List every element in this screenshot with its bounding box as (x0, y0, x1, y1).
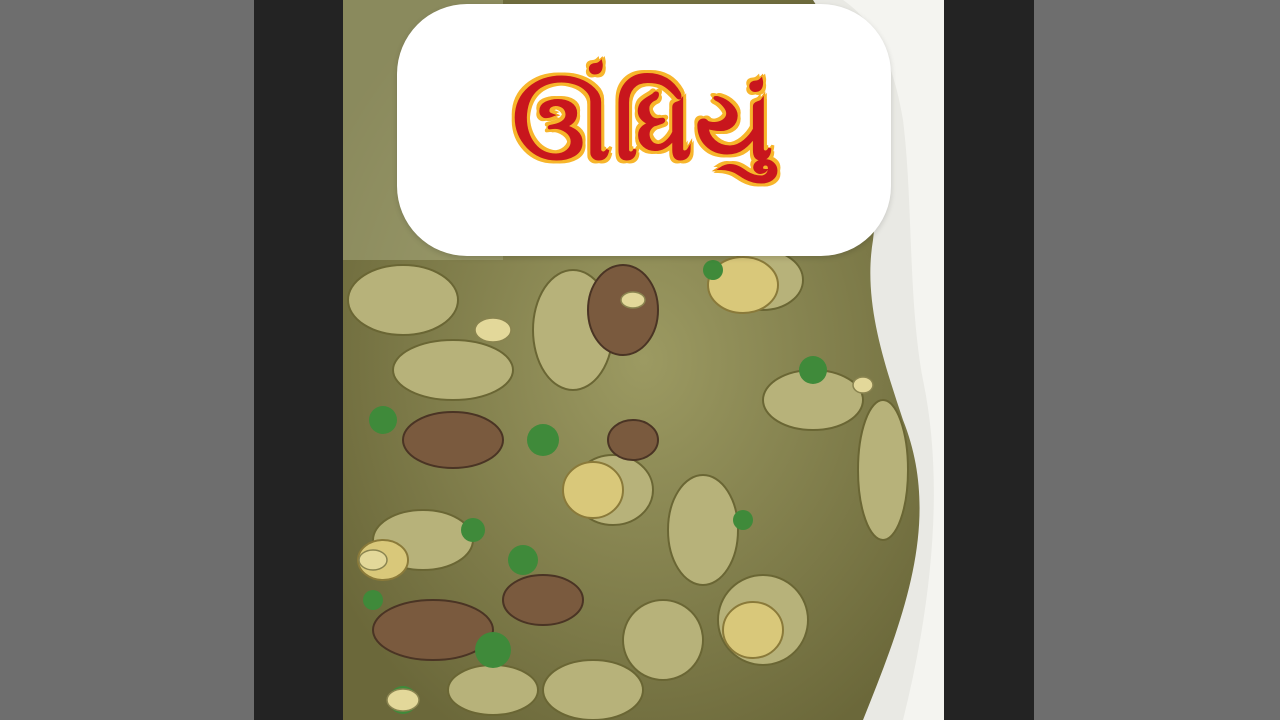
right-gray-margin (1034, 0, 1280, 720)
left-pillarbox (254, 0, 343, 720)
title-overlay-pill: ઊંધિયું (397, 4, 891, 256)
right-pillarbox (944, 0, 1034, 720)
left-gray-margin (0, 0, 254, 720)
title-overlay-text: ઊંધિયું (511, 69, 776, 184)
